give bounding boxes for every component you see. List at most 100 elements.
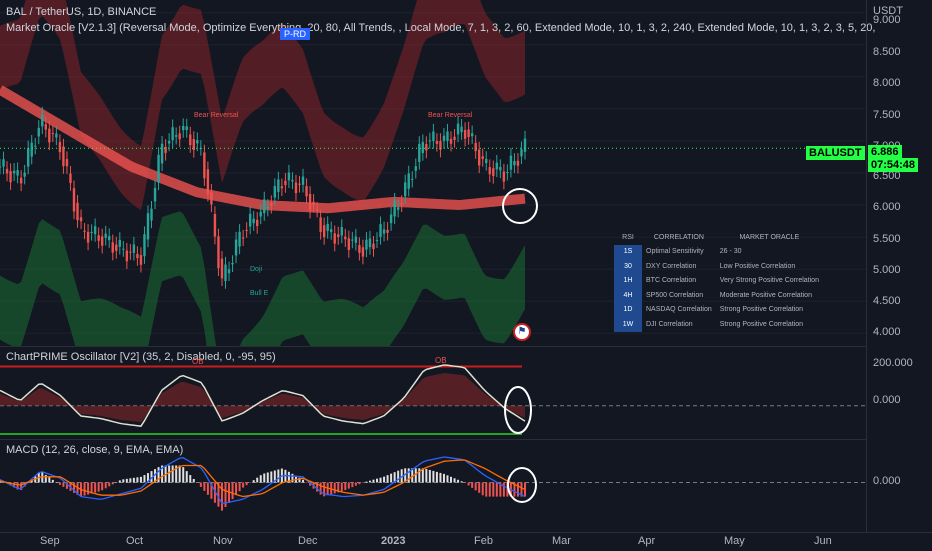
- histogram-bar: [62, 482, 65, 487]
- time-axis[interactable]: Sep Oct Nov Dec 2023 Feb Mar Apr May Jun: [0, 532, 932, 551]
- histogram-bar: [189, 475, 192, 483]
- ob-label-2: OB: [435, 356, 447, 365]
- histogram-bar: [277, 469, 280, 483]
- histogram-bar: [58, 482, 61, 485]
- histogram-bar: [450, 476, 453, 483]
- candle-body: [136, 253, 139, 259]
- histogram-bar: [132, 477, 135, 483]
- timeframe-cell: 30: [614, 259, 642, 274]
- price-axis[interactable]: USDT 9.000 8.500 8.000 7.500 7.000 6.500…: [866, 0, 932, 532]
- candle-body: [217, 236, 220, 269]
- price-tick: 5.500: [873, 233, 901, 245]
- candle-body: [358, 245, 361, 253]
- macd-title: MACD (12, 26, close, 9, EMA, EMA): [6, 444, 184, 456]
- oscillator-title: ChartPRIME Oscillator [V2] (35, 2, Disab…: [6, 351, 276, 363]
- histogram-bar: [435, 471, 438, 483]
- candle-body: [467, 129, 470, 138]
- table-header-rsi: RSI: [622, 233, 634, 241]
- candle-body: [76, 202, 79, 221]
- candle-body: [418, 143, 421, 162]
- histogram-bar: [464, 482, 467, 483]
- correlation-value: Moderate Positive Correlation: [719, 291, 812, 299]
- macd-line: [0, 456, 526, 505]
- candle-body: [160, 143, 164, 164]
- candle-body: [347, 238, 351, 250]
- histogram-bar: [471, 482, 474, 488]
- candle-body: [213, 213, 217, 237]
- histogram-bar: [488, 482, 491, 497]
- candle-body: [206, 169, 210, 194]
- candle-body: [263, 199, 266, 214]
- candle-body: [111, 242, 114, 253]
- candle-body: [453, 136, 456, 140]
- candle-body: [115, 244, 118, 251]
- bear-reversal-label-1: Bear Reversal: [194, 112, 239, 119]
- candle-body: [62, 146, 65, 167]
- price-tick: 8.000: [873, 77, 901, 89]
- histogram-bar: [376, 478, 379, 483]
- correlation-name: DXY Correlation: [646, 262, 697, 270]
- histogram-bar: [407, 468, 410, 483]
- candle-body: [337, 234, 340, 238]
- histogram-bar: [178, 465, 181, 483]
- histogram-bar: [481, 482, 484, 496]
- candle-body: [435, 140, 439, 144]
- histogram-bar: [495, 482, 498, 497]
- candle-body: [97, 235, 100, 241]
- candle-body: [252, 218, 255, 224]
- histogram-bar: [235, 482, 238, 496]
- histogram-bar: [97, 482, 100, 492]
- histogram-bar: [358, 482, 361, 485]
- candle-body: [178, 133, 181, 140]
- candle-body: [449, 138, 453, 144]
- timeframe-cell: 1S: [614, 244, 642, 259]
- candle-body: [280, 186, 284, 189]
- histogram-bar: [231, 482, 234, 500]
- candle-body: [153, 187, 157, 202]
- price-tick: 7.500: [873, 109, 901, 121]
- candle-body: [23, 172, 26, 177]
- last-price-badge: 6.886: [868, 145, 902, 159]
- candle-body: [456, 123, 460, 135]
- candle-body: [372, 243, 375, 250]
- histogram-bar: [425, 468, 428, 483]
- candle-body: [393, 200, 396, 217]
- indicator-title: Market Oracle [V2.1.3] (Reversal Mode, O…: [6, 22, 876, 34]
- table-row: 4H SP500 Correlation Moderate Positive C…: [614, 288, 823, 303]
- timeframe-cell: 4H: [614, 288, 642, 303]
- candle-body: [266, 206, 269, 209]
- histogram-bar: [196, 482, 199, 483]
- candle-body: [414, 166, 417, 171]
- histogram-bar: [460, 481, 463, 483]
- histogram-bar: [143, 475, 146, 483]
- signal-line: [0, 459, 526, 498]
- table-header-correlation: CORRELATION: [653, 233, 704, 241]
- correlation-value: Strong Positive Correlation: [719, 306, 804, 314]
- candle-body: [404, 182, 407, 197]
- candle-body: [389, 214, 393, 224]
- table-header-market-oracle: MARKET ORACLE: [739, 233, 800, 241]
- histogram-bar: [115, 482, 118, 483]
- candle-body: [132, 244, 136, 253]
- osc-tick: 200.000: [873, 357, 913, 369]
- candle-body: [125, 250, 129, 262]
- table-row: 1W DJI Correlation Strong Positive Corre…: [614, 317, 823, 332]
- histogram-bar: [266, 472, 269, 483]
- histogram-bar: [203, 482, 206, 491]
- candle-body: [171, 127, 174, 141]
- candle-body: [474, 142, 477, 152]
- time-label: 2023: [381, 535, 406, 547]
- histogram-bar: [238, 482, 241, 492]
- histogram-bar: [192, 479, 195, 483]
- candle-body: [513, 160, 516, 166]
- candle-body: [351, 239, 354, 241]
- correlation-name: NASDAQ Correlation: [646, 306, 712, 314]
- histogram-bar: [101, 482, 104, 491]
- correlation-value: Very Strong Positive Correlation: [719, 277, 819, 285]
- candle-body: [48, 128, 51, 143]
- candle-body: [425, 144, 428, 151]
- timeframe-cell: 1H: [614, 273, 642, 288]
- candle-body: [340, 226, 343, 236]
- candle-body: [305, 186, 308, 197]
- flag-icon[interactable]: ⚑: [513, 323, 531, 341]
